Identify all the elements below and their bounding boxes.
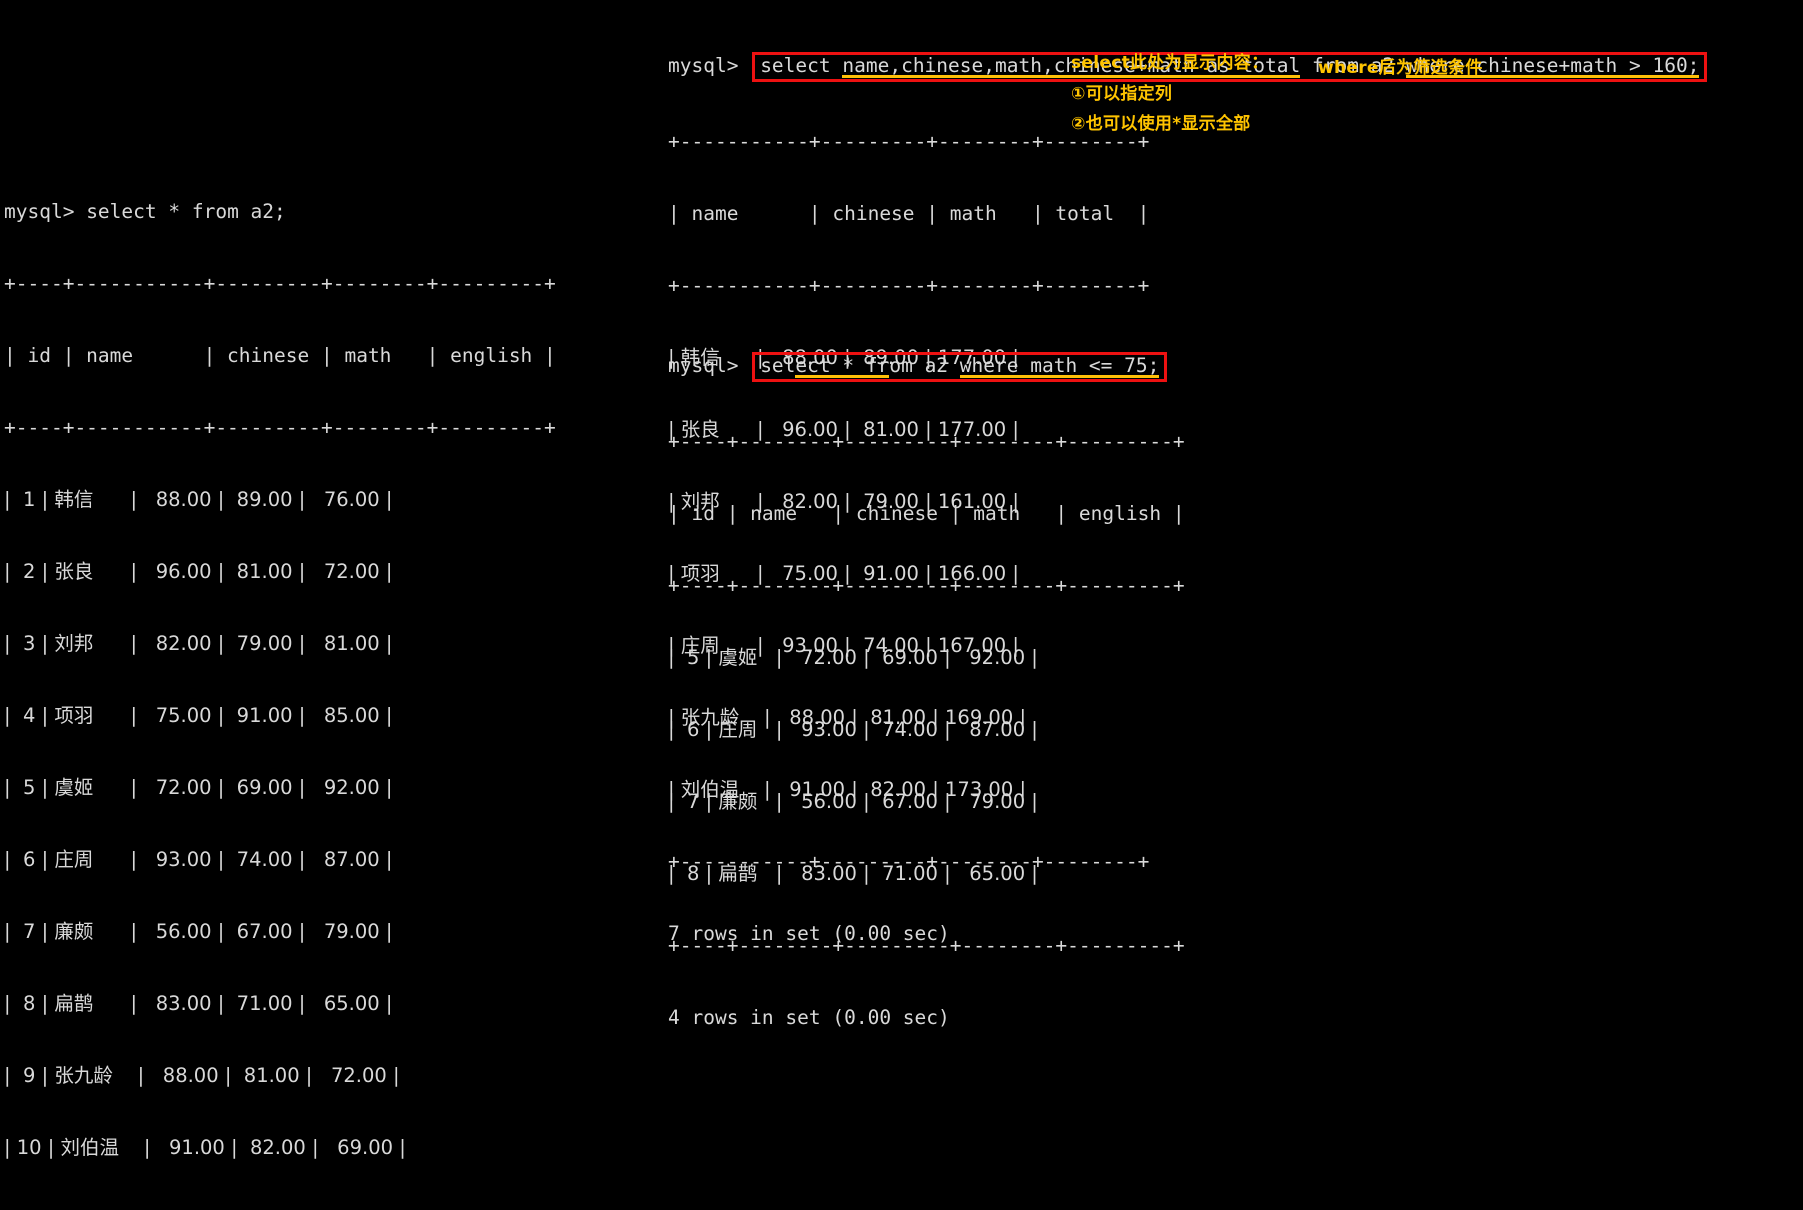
table-row: | 1 | 韩信 | 88.00 | 89.00 | 76.00 | — [4, 488, 393, 511]
table-row: | 6 | 庄周 | 93.00 | 74.00 | 87.00 | — [668, 718, 1038, 741]
annotation-select-note-item1: ①可以指定列 — [1071, 84, 1173, 104]
right-bottom-query-line: mysql> select * from a2 where math <= 75… — [668, 352, 1185, 382]
table-row: | 4 | 项羽 | 75.00 | 91.00 | 85.00 | — [4, 704, 393, 727]
mysql-prompt: mysql> — [668, 54, 751, 77]
query-plain-2: om a2 — [889, 354, 960, 377]
left-terminal-pane: mysql> select * from a2; +----+---------… — [4, 152, 556, 1210]
annotation-where-note: where后为筛选条件 — [1318, 58, 1483, 78]
right-top-table-header: | name | chinese | math | total | — [668, 202, 1150, 225]
right-bottom-table-header: | id | name | chinese | math | english | — [668, 502, 1185, 525]
left-table-bottom-rule: +----+-----------+---------+--------+---… — [4, 1208, 556, 1210]
table-row: | 8 | 扁鹊 | 83.00 | 71.00 | 65.00 | — [4, 992, 393, 1015]
left-query-line: mysql> select * from a2; — [4, 200, 556, 224]
table-row: | 5 | 虞姬 | 72.00 | 69.00 | 92.00 | — [4, 776, 393, 799]
annotation-select-note-item2: ②也可以使用*显示全部 — [1071, 114, 1251, 134]
left-table-top-rule: +----+-----------+---------+--------+---… — [4, 272, 556, 295]
mysql-prompt: mysql> — [4, 200, 87, 223]
table-row: | 7 | 廉颇 | 56.00 | 67.00 | 79.00 | — [4, 920, 393, 943]
query-plain-1: select — [760, 54, 843, 77]
table-row: | 8 | 扁鹊 | 83.00 | 71.00 | 65.00 | — [668, 862, 1038, 885]
left-table-header-rule: +----+-----------+---------+--------+---… — [4, 416, 556, 439]
right-top-table-header-rule: +-----------+---------+--------+--------… — [668, 274, 1150, 297]
query-plain-1: sel — [760, 354, 796, 377]
table-row: | 5 | 虞姬 | 72.00 | 69.00 | 92.00 | — [668, 646, 1038, 669]
table-row: | 9 | 张九龄 | 88.00 | 81.00 | 72.00 | — [4, 1064, 400, 1087]
left-table-header: | id | name | chinese | math | english | — [4, 344, 556, 367]
right-bottom-table-header-rule: +----+--------+---------+--------+------… — [668, 574, 1185, 597]
annotation-select-note-title: select此处为显示内容： — [1071, 53, 1269, 73]
right-bottom-table-bottom-rule: +----+--------+---------+--------+------… — [668, 934, 1185, 957]
table-row: | 2 | 张良 | 96.00 | 81.00 | 72.00 | — [4, 560, 393, 583]
query-underlined-1: ect * fr — [795, 354, 890, 378]
mysql-prompt: mysql> — [668, 354, 751, 377]
right-bottom-terminal-pane: mysql> select * from a2 where math <= 75… — [668, 304, 1185, 1054]
table-row: | 3 | 刘邦 | 82.00 | 79.00 | 81.00 | — [4, 632, 393, 655]
table-row: | 7 | 廉颇 | 56.00 | 67.00 | 79.00 | — [668, 790, 1038, 813]
right-bottom-status-line: 4 rows in set (0.00 sec) — [668, 1006, 950, 1029]
table-row: | 6 | 庄周 | 93.00 | 74.00 | 87.00 | — [4, 848, 393, 871]
query-underlined-where-clause: where math <= 75; — [959, 354, 1160, 378]
left-query-text: select * from a2; — [86, 200, 286, 223]
table-row: | 10 | 刘伯温 | 91.00 | 82.00 | 69.00 | — [4, 1136, 406, 1159]
highlighted-query-box-2: select * from a2 where math <= 75; — [752, 352, 1168, 382]
right-bottom-table-top-rule: +----+--------+---------+--------+------… — [668, 430, 1185, 453]
